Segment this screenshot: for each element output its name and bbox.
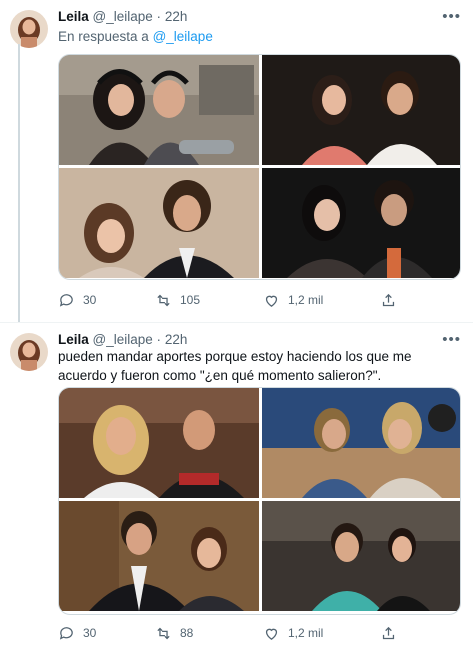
media-photo[interactable] <box>59 168 259 278</box>
retweet-count: 105 <box>180 293 201 307</box>
reply-icon <box>59 293 73 307</box>
avatar[interactable] <box>10 10 48 48</box>
tweet[interactable]: Leila @_leilape · 22h ••• pueden mandar … <box>0 322 473 649</box>
like-count: 1,2 mil <box>288 293 324 307</box>
heart-icon <box>265 628 278 640</box>
media-photo[interactable] <box>262 55 461 165</box>
like-button[interactable]: 1,2 mil <box>263 292 323 309</box>
share-icon <box>382 293 395 306</box>
retweet-button[interactable]: 105 <box>155 292 200 309</box>
tweet-actions: 30 105 1,2 mil <box>58 290 418 310</box>
media-photo[interactable] <box>262 501 461 611</box>
avatar-column <box>10 333 48 371</box>
reply-button[interactable]: 30 <box>58 292 96 309</box>
media-photo[interactable] <box>59 55 259 165</box>
tweet-header: Leila @_leilape · 22h ••• <box>58 8 461 26</box>
media-grid <box>58 387 461 615</box>
author-name[interactable]: Leila <box>58 332 89 347</box>
like-button[interactable]: 1,2 mil <box>263 625 323 642</box>
author-handle[interactable]: @_leilape <box>93 332 153 347</box>
reply-context: En respuesta a @_leilape <box>58 28 213 46</box>
media-photo[interactable] <box>262 388 461 498</box>
media-grid <box>58 54 461 280</box>
author-handle[interactable]: @_leilape <box>93 9 153 24</box>
tweet[interactable]: Leila @_leilape · 22h ••• En respuesta a… <box>0 0 473 322</box>
media-photo[interactable] <box>59 501 259 611</box>
avatar-column <box>10 10 48 48</box>
timestamp[interactable]: 22h <box>165 9 188 24</box>
reply-mention[interactable]: @_leilape <box>153 29 213 44</box>
media-photo[interactable] <box>59 388 259 498</box>
retweet-button[interactable]: 88 <box>155 625 193 642</box>
timestamp[interactable]: 22h <box>165 332 188 347</box>
retweet-icon <box>157 627 170 639</box>
author-name[interactable]: Leila <box>58 9 89 24</box>
avatar[interactable] <box>10 333 48 371</box>
thread-line <box>18 44 20 322</box>
reply-count: 30 <box>83 293 97 307</box>
retweet-count: 88 <box>180 626 194 640</box>
retweet-icon <box>157 294 170 306</box>
share-button[interactable] <box>380 625 397 642</box>
tweet-text: pueden mandar aportes porque estoy hacie… <box>58 349 412 383</box>
share-icon <box>382 626 395 639</box>
reply-prefix: En respuesta a <box>58 29 149 44</box>
share-button[interactable] <box>380 292 397 309</box>
more-dots-icon[interactable]: ••• <box>442 8 461 26</box>
reply-icon <box>59 626 73 640</box>
separator-dot: · <box>156 332 162 347</box>
like-count: 1,2 mil <box>288 626 324 640</box>
media-photo[interactable] <box>262 168 461 278</box>
reply-count: 30 <box>83 626 97 640</box>
tweet-actions: 30 88 1,2 mil <box>58 623 418 643</box>
separator-dot: · <box>156 9 162 24</box>
reply-button[interactable]: 30 <box>58 625 96 642</box>
heart-icon <box>265 295 278 307</box>
